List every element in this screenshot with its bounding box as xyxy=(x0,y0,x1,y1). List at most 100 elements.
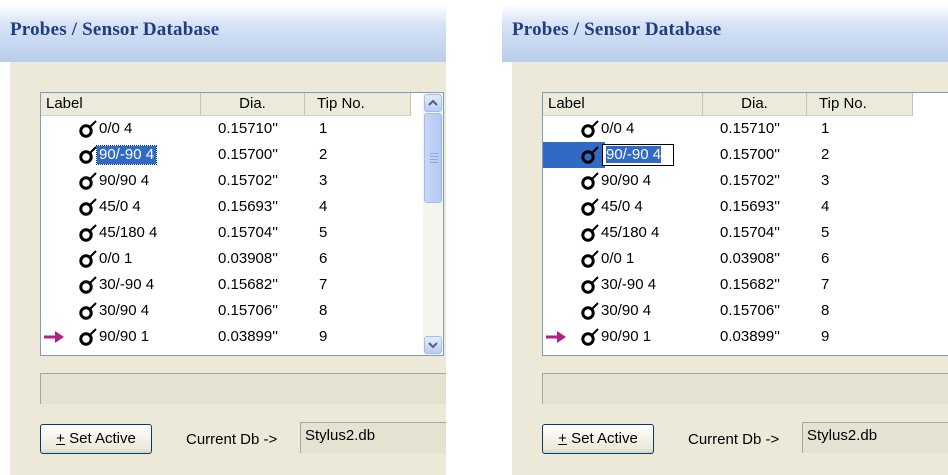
row-label: 30/-90 4 xyxy=(601,276,657,293)
grip-line xyxy=(430,162,438,163)
row-dia: 0.15710'' xyxy=(218,120,278,137)
set-active-prefix: + xyxy=(558,430,567,447)
chevron-down-icon xyxy=(428,342,438,349)
table-row[interactable]: 0/0 1 0.03908'' 6 xyxy=(543,246,923,272)
row-dia: 0.15704'' xyxy=(720,224,780,241)
probe-icon xyxy=(79,172,97,190)
column-header-dia[interactable]: Dia. xyxy=(201,93,305,115)
set-active-label: Set Active xyxy=(64,430,136,447)
scroll-up-button[interactable] xyxy=(424,94,442,112)
table-row-active[interactable]: 90/90 1 0.03899'' 9 xyxy=(41,324,421,350)
column-header-label[interactable]: Label xyxy=(41,93,201,115)
table-row[interactable]: 30/-90 4 0.15682'' 7 xyxy=(543,272,923,298)
row-dia: 0.15700'' xyxy=(218,146,278,163)
title-bar: Probes / Sensor Database xyxy=(0,0,446,62)
vertical-scrollbar[interactable] xyxy=(423,93,443,355)
grip-line xyxy=(430,159,438,160)
probe-icon xyxy=(79,120,97,138)
list-header: Label Dia. Tip No. xyxy=(41,93,411,116)
row-dia: 0.15700'' xyxy=(720,146,780,163)
probe-icon xyxy=(581,302,599,320)
row-tip: 1 xyxy=(319,120,328,137)
probe-icon xyxy=(581,224,599,242)
probe-icon xyxy=(581,120,599,138)
probe-icon xyxy=(581,328,599,346)
set-active-prefix: + xyxy=(56,430,65,447)
row-label: 90/90 1 xyxy=(601,328,652,345)
row-label: 0/0 4 xyxy=(99,120,133,137)
table-row-editing[interactable]: 90/-90 4 0.15700'' 2 xyxy=(543,142,923,168)
row-label: 30/90 4 xyxy=(99,302,150,319)
table-row[interactable]: 0/0 1 0.03908'' 6 xyxy=(41,246,421,272)
set-active-button[interactable]: + Set Active xyxy=(40,424,152,454)
row-tip: 6 xyxy=(319,250,328,267)
row-dia: 0.03899'' xyxy=(218,328,278,345)
label-edit-input[interactable]: 90/-90 4 xyxy=(602,144,674,166)
row-dia: 0.15693'' xyxy=(218,198,278,215)
column-header-dia[interactable]: Dia. xyxy=(703,93,807,115)
active-arrow-icon xyxy=(546,331,566,343)
column-header-tip[interactable]: Tip No. xyxy=(807,93,913,115)
table-row[interactable]: 45/180 4 0.15704'' 5 xyxy=(41,220,421,246)
row-dia: 0.15682'' xyxy=(218,276,278,293)
row-label: 0/0 1 xyxy=(99,250,133,267)
row-dia: 0.03908'' xyxy=(218,250,278,267)
row-dia: 0.15710'' xyxy=(720,120,780,137)
row-dia: 0.15702'' xyxy=(218,172,278,189)
table-row-active[interactable]: 90/90 1 0.03899'' 9 xyxy=(543,324,923,350)
row-label: 90/90 4 xyxy=(601,172,652,189)
probe-icon xyxy=(581,172,599,190)
current-db-label: Current Db -> xyxy=(186,431,278,448)
probe-icon xyxy=(581,146,599,164)
table-row[interactable]: 90/90 4 0.15702'' 3 xyxy=(41,168,421,194)
row-label: 45/180 4 xyxy=(601,224,660,241)
scroll-down-button[interactable] xyxy=(424,336,442,354)
table-row[interactable]: 30/-90 4 0.15682'' 7 xyxy=(41,272,421,298)
table-row[interactable]: 45/0 4 0.15693'' 4 xyxy=(543,194,923,220)
probe-icon xyxy=(79,328,97,346)
row-tip: 8 xyxy=(821,302,830,319)
row-tip: 9 xyxy=(821,328,830,345)
row-dia: 0.15706'' xyxy=(720,302,780,319)
row-label: 45/180 4 xyxy=(99,224,158,241)
title-bar: Probes / Sensor Database xyxy=(502,0,948,62)
list-rows: 0/0 4 0.15710'' 1 90/-90 4 0.15700'' 2 9… xyxy=(543,116,923,350)
window-title: Probes / Sensor Database xyxy=(10,19,220,40)
row-label: 45/0 4 xyxy=(99,198,141,215)
row-tip: 4 xyxy=(821,198,830,215)
probe-list[interactable]: Label Dia. Tip No. 0/0 4 0.15710'' 1 90/… xyxy=(542,92,948,356)
row-tip: 1 xyxy=(821,120,830,137)
edit-input-text: 90/-90 4 xyxy=(606,146,662,163)
row-tip: 3 xyxy=(319,172,328,189)
probe-icon xyxy=(79,302,97,320)
list-rows: 0/0 4 0.15710'' 1 90/-90 4 0.15700'' 2 9… xyxy=(41,116,421,350)
row-tip: 8 xyxy=(319,302,328,319)
active-arrow-icon xyxy=(44,331,64,343)
probe-list[interactable]: Label Dia. Tip No. 0/0 4 0.15710'' 1 90/… xyxy=(40,92,444,356)
row-dia: 0.15682'' xyxy=(720,276,780,293)
table-row[interactable]: 30/90 4 0.15706'' 8 xyxy=(41,298,421,324)
row-dia: 0.03899'' xyxy=(720,328,780,345)
row-dia: 0.15702'' xyxy=(720,172,780,189)
row-dia: 0.15693'' xyxy=(720,198,780,215)
table-row[interactable]: 90/90 4 0.15702'' 3 xyxy=(543,168,923,194)
set-active-label: Set Active xyxy=(566,430,638,447)
table-row[interactable]: 30/90 4 0.15706'' 8 xyxy=(543,298,923,324)
probe-icon xyxy=(581,250,599,268)
row-dia: 0.15704'' xyxy=(218,224,278,241)
row-label: 30/-90 4 xyxy=(99,276,155,293)
table-row[interactable]: 0/0 4 0.15710'' 1 xyxy=(543,116,923,142)
column-header-tip[interactable]: Tip No. xyxy=(305,93,411,115)
table-row[interactable]: 45/0 4 0.15693'' 4 xyxy=(41,194,421,220)
table-row[interactable]: 0/0 4 0.15710'' 1 xyxy=(41,116,421,142)
table-row-selected[interactable]: 90/-90 4 0.15700'' 2 xyxy=(41,142,421,168)
column-header-label[interactable]: Label xyxy=(543,93,703,115)
scroll-thumb[interactable] xyxy=(424,113,442,203)
window-title: Probes / Sensor Database xyxy=(512,19,722,40)
row-tip: 7 xyxy=(319,276,328,293)
current-db-field: Stylus2.db xyxy=(300,422,446,453)
set-active-button[interactable]: + Set Active xyxy=(542,424,654,454)
table-row[interactable]: 45/180 4 0.15704'' 5 xyxy=(543,220,923,246)
row-dia: 0.15706'' xyxy=(218,302,278,319)
row-label: 0/0 1 xyxy=(601,250,635,267)
